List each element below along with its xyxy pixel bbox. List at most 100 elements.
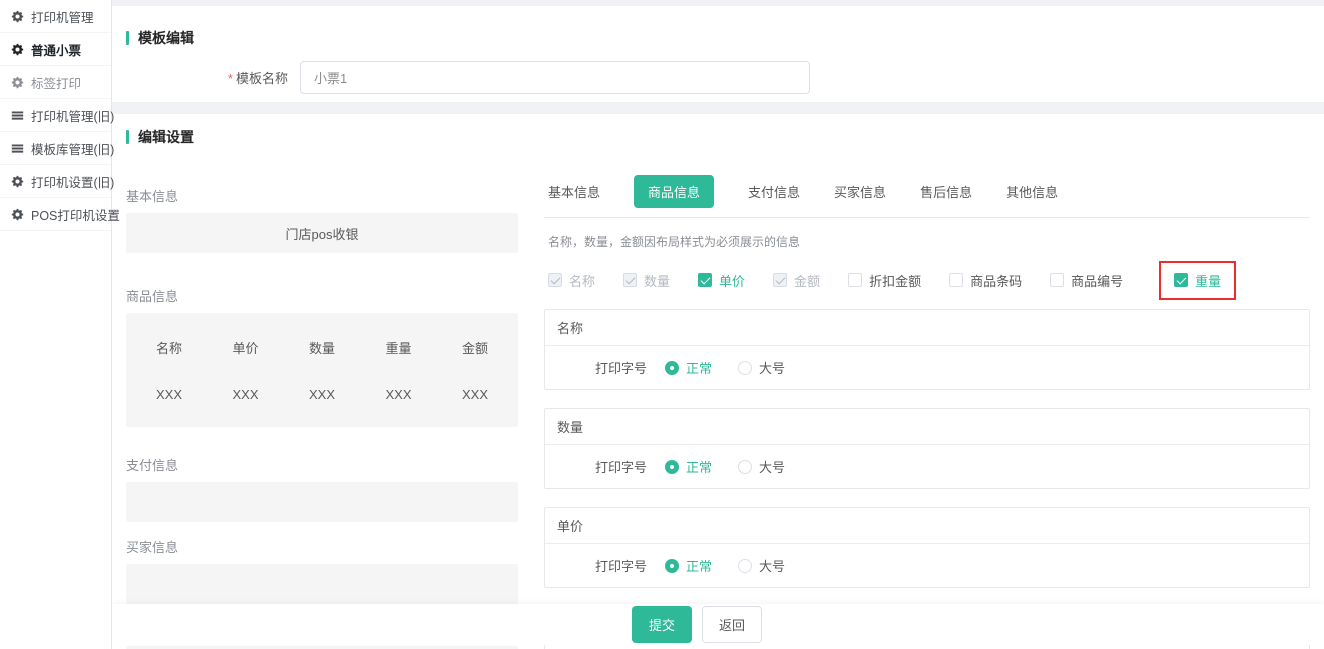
- template-name-row: *模板名称: [112, 61, 1324, 94]
- checkbox-icon: [949, 273, 963, 287]
- sidebar-item-pos-printer-settings[interactable]: POS打印机设置: [0, 198, 111, 231]
- preview-basic-info: 基本信息 门店pos收银: [126, 186, 518, 253]
- print-font-size-label: 打印字号: [595, 457, 647, 476]
- gear-icon: [11, 208, 24, 221]
- info-tabs: 基本信息 商品信息 支付信息 买家信息 售后信息 其他信息: [544, 176, 1310, 206]
- sidebar-item-template-lib-old[interactable]: 模板库管理(旧): [0, 132, 111, 165]
- sidebar-item-label: 模板库管理(旧): [31, 139, 114, 158]
- edit-settings-title: 编辑设置: [112, 114, 1324, 147]
- field-section-name: 名称 打印字号 正常 大号: [544, 309, 1310, 390]
- checkbox-goods-barcode[interactable]: 商品条码: [949, 271, 1022, 290]
- template-edit-title: 模板编辑: [112, 6, 1324, 48]
- weight-highlight-box: 重量: [1159, 261, 1236, 300]
- sidebar-item-printer-settings-old[interactable]: 打印机设置(旧): [0, 165, 111, 198]
- tab-goods-info[interactable]: 商品信息: [634, 175, 714, 208]
- sidebar-item-printer-manage[interactable]: 打印机管理: [0, 0, 111, 33]
- gear-icon: [11, 10, 24, 23]
- checkbox-unit-price[interactable]: 单价: [698, 271, 745, 290]
- radio-icon: [665, 361, 679, 375]
- field-section-quantity: 数量 打印字号 正常 大号: [544, 408, 1310, 489]
- checkbox-quantity: 数量: [623, 271, 670, 290]
- sidebar-item-label: 打印机设置(旧): [31, 172, 114, 191]
- goods-cell: XXX: [229, 387, 263, 402]
- radio-normal[interactable]: 正常: [665, 457, 712, 476]
- preview-payment-box: [126, 482, 518, 522]
- required-mark: *: [228, 71, 233, 86]
- sidebar-item-printer-manage-old[interactable]: 打印机管理(旧): [0, 99, 111, 132]
- submit-button[interactable]: 提交: [632, 606, 692, 643]
- preview-buyer-info: 买家信息: [126, 537, 518, 604]
- radio-large[interactable]: 大号: [738, 556, 785, 575]
- field-section-unit-price: 单价 打印字号 正常 大号: [544, 507, 1310, 588]
- tab-buyer-info[interactable]: 买家信息: [834, 182, 886, 201]
- goods-cell: XXX: [382, 387, 416, 402]
- sidebar-item-label: POS打印机设置: [31, 205, 120, 224]
- main-content: 模板编辑 *模板名称 编辑设置 基本信息 门店pos收银 商品信息 名称: [112, 0, 1324, 649]
- sidebar-item-label: 打印机管理: [31, 7, 94, 26]
- field-section-body: 打印字号 正常 大号: [545, 346, 1309, 389]
- sidebar-item-label: 标签打印: [31, 73, 81, 92]
- field-section-header: 名称: [545, 310, 1309, 346]
- radio-normal[interactable]: 正常: [665, 358, 712, 377]
- preview-section-label: 支付信息: [126, 455, 518, 474]
- field-section-header: 数量: [545, 409, 1309, 445]
- goods-cell: XXX: [152, 387, 186, 402]
- radio-icon: [665, 460, 679, 474]
- preview-section-label: 买家信息: [126, 537, 518, 556]
- preview-section-label: 基本信息: [126, 186, 518, 205]
- list-icon: [11, 109, 24, 122]
- template-name-label: *模板名称: [112, 68, 288, 87]
- sidebar-item-normal-receipt[interactable]: 普通小票: [0, 33, 111, 66]
- required-fields-hint: 名称，数量，金额因布局样式为必须展示的信息: [544, 233, 1310, 250]
- tab-payment-info[interactable]: 支付信息: [748, 182, 800, 201]
- radio-large[interactable]: 大号: [738, 457, 785, 476]
- checkbox-icon: [548, 273, 562, 287]
- checkbox-icon: [773, 273, 787, 287]
- sidebar-item-label-print[interactable]: 标签打印: [0, 66, 111, 99]
- goods-col-header: 数量: [305, 338, 339, 357]
- footer-action-bar: 提交 返回: [112, 604, 1324, 645]
- checkbox-icon: [1174, 273, 1188, 287]
- radio-icon: [738, 460, 752, 474]
- radio-icon: [738, 559, 752, 573]
- checkbox-weight[interactable]: 重量: [1174, 271, 1221, 290]
- radio-normal[interactable]: 正常: [665, 556, 712, 575]
- preview-goods-table: 名称 单价 数量 重量 金额 XXX XXX XXX XXX XXX: [126, 313, 518, 427]
- receipt-preview: 基本信息 门店pos收银 商品信息 名称 单价 数量 重量 金额: [126, 147, 518, 649]
- list-icon: [11, 142, 24, 155]
- template-edit-card: 模板编辑 *模板名称: [112, 6, 1324, 102]
- checkbox-amount: 金额: [773, 271, 820, 290]
- preview-goods-info: 商品信息 名称 单价 数量 重量 金额 XXX XXX XXX: [126, 286, 518, 427]
- tab-aftersale-info[interactable]: 售后信息: [920, 182, 972, 201]
- checkbox-goods-number[interactable]: 商品编号: [1050, 271, 1123, 290]
- print-font-size-label: 打印字号: [595, 358, 647, 377]
- preview-buyer-box: [126, 564, 518, 604]
- radio-icon: [665, 559, 679, 573]
- checkbox-name: 名称: [548, 271, 595, 290]
- checkbox-discount-amount[interactable]: 折扣金额: [848, 271, 921, 290]
- goods-cell: XXX: [305, 387, 339, 402]
- goods-col-header: 单价: [229, 338, 263, 357]
- gear-icon: [11, 175, 24, 188]
- template-name-input[interactable]: [300, 61, 810, 94]
- field-section-body: 打印字号 正常 大号: [545, 544, 1309, 587]
- radio-large[interactable]: 大号: [738, 358, 785, 377]
- tab-other-info[interactable]: 其他信息: [1006, 182, 1058, 201]
- radio-icon: [738, 361, 752, 375]
- goods-col-header: 名称: [152, 338, 186, 357]
- checkbox-icon: [1050, 273, 1064, 287]
- field-checkbox-row: 名称 数量 单价 金额 折扣金额 商品条码 商品编号 重量: [544, 269, 1310, 291]
- sidebar-item-label: 打印机管理(旧): [31, 106, 114, 125]
- edit-settings-card: 编辑设置 基本信息 门店pos收银 商品信息 名称 单价 数量 重量: [112, 114, 1324, 649]
- print-font-size-label: 打印字号: [595, 556, 647, 575]
- gear-icon: [11, 43, 24, 56]
- config-panel: 基本信息 商品信息 支付信息 买家信息 售后信息 其他信息 名称，数量，金额因布…: [544, 147, 1310, 649]
- preview-payment-info: 支付信息: [126, 455, 518, 522]
- goods-col-header: 金额: [458, 338, 492, 357]
- goods-table-data-row: XXX XXX XXX XXX XXX: [152, 387, 492, 402]
- tab-basic-info[interactable]: 基本信息: [548, 182, 600, 201]
- back-button[interactable]: 返回: [702, 606, 762, 643]
- gear-icon: [11, 76, 24, 89]
- field-section-body: 打印字号 正常 大号: [545, 445, 1309, 488]
- checkbox-icon: [698, 273, 712, 287]
